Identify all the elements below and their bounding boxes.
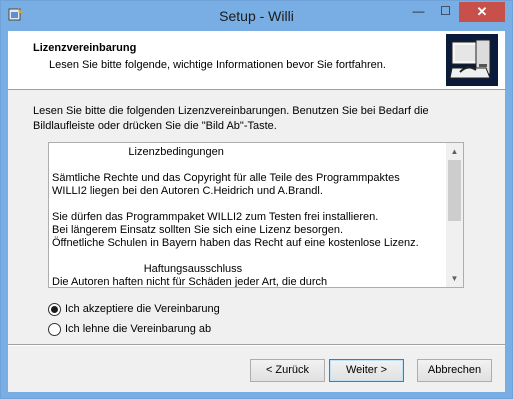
minimize-button[interactable]: — xyxy=(405,2,432,22)
title-bar[interactable]: Setup - Willi — ☐ ✕ xyxy=(1,1,512,31)
cancel-button[interactable]: Abbrechen xyxy=(417,359,492,382)
instruction-text: Lesen Sie bitte die folgenden Lizenzvere… xyxy=(33,105,429,132)
accept-radio[interactable] xyxy=(48,302,61,316)
page-subtitle: Lesen Sie bitte folgende, wichtige Infor… xyxy=(49,59,386,71)
footer-divider xyxy=(8,344,505,346)
page-title: Lizenzvereinbarung xyxy=(33,42,137,54)
vertical-scrollbar[interactable]: ▲ ▼ xyxy=(446,143,463,287)
dialog-body: Lizenzvereinbarung Lesen Sie bitte folge… xyxy=(8,31,505,392)
close-button[interactable]: ✕ xyxy=(459,2,505,22)
license-text: Lizenzbedingungen Sämtliche Rechte und d… xyxy=(52,146,419,288)
license-text-box[interactable]: Lizenzbedingungen Sämtliche Rechte und d… xyxy=(48,142,464,288)
computer-install-icon xyxy=(446,34,498,86)
maximize-button[interactable]: ☐ xyxy=(432,2,459,22)
accept-option[interactable]: Ich akzeptiere die Vereinbarung xyxy=(48,301,220,317)
setup-window: Setup - Willi — ☐ ✕ Lizenzvereinbarung L… xyxy=(0,0,513,399)
decline-label[interactable]: Ich lehne die Vereinbarung ab xyxy=(65,323,211,335)
accept-label[interactable]: Ich akzeptiere die Vereinbarung xyxy=(65,303,220,315)
wizard-header: Lizenzvereinbarung Lesen Sie bitte folge… xyxy=(8,31,505,90)
chevron-up-icon[interactable]: ▲ xyxy=(446,143,463,160)
back-button[interactable]: < Zurück xyxy=(250,359,325,382)
decline-radio[interactable] xyxy=(48,322,61,336)
next-button[interactable]: Weiter > xyxy=(329,359,404,382)
scroll-thumb[interactable] xyxy=(448,160,461,221)
chevron-down-icon[interactable]: ▼ xyxy=(446,270,463,287)
decline-option[interactable]: Ich lehne die Vereinbarung ab xyxy=(48,321,211,337)
